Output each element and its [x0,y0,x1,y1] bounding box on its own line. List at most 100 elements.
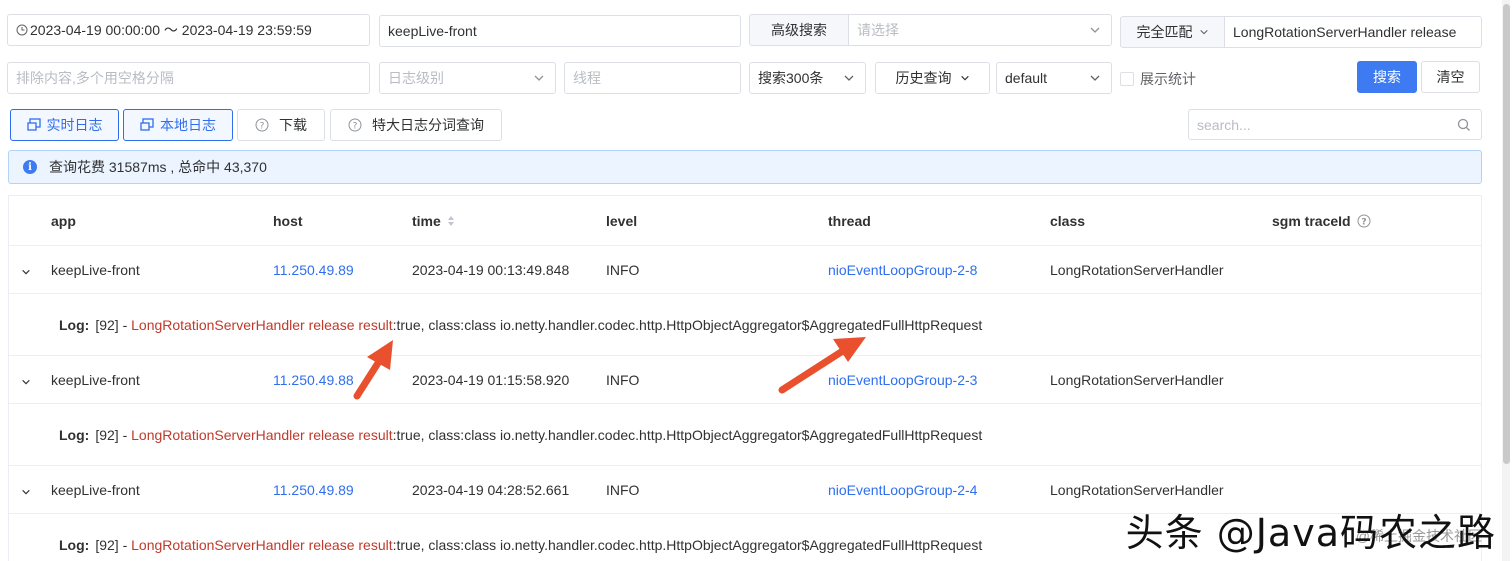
cell-level: INFO [606,262,640,278]
question-icon: ? [255,118,269,132]
local-log-label: 本地日志 [160,117,216,133]
cell-class: LongRotationServerHandler [1050,262,1224,278]
cell-app: keepLive-front [51,262,140,278]
column-header-app[interactable]: app [51,213,76,229]
log-detail-row: Log: [92] - LongRotationServerHandler rel… [9,294,1481,356]
column-header-traceid[interactable]: sgm traceId ? [1272,213,1371,229]
download-button[interactable]: ? 下载 [237,109,325,141]
column-header-level[interactable]: level [606,213,637,229]
table-header: app host time level thread class sgm tra… [9,196,1481,246]
monitor-icon [140,118,154,132]
keyword-value: LongRotationServerHandler release [1233,24,1457,40]
date-range-value: 2023-04-19 00:00:00 ～ 2023-04-19 23:59:5… [30,22,312,38]
log-level-placeholder: 日志级别 [388,70,444,86]
svg-text:?: ? [353,122,358,132]
cell-time: 2023-04-19 01:15:58.920 [412,372,570,388]
sort-icon[interactable] [447,215,455,227]
chevron-down-icon [1089,24,1101,36]
search-icon [1457,118,1471,132]
advanced-search-label: 高级搜索 [771,22,827,38]
log-highlight: LongRotationServerHandler release result [131,427,393,443]
advanced-search-button[interactable]: 高级搜索 [749,14,849,46]
cell-app: keepLive-front [51,372,140,388]
date-range-picker[interactable]: 2023-04-19 00:00:00 ～ 2023-04-19 23:59:5… [7,14,370,46]
download-label: 下载 [279,117,307,133]
chevron-down-icon [1089,72,1101,84]
chevron-down-icon [843,72,855,84]
keyword-input[interactable]: LongRotationServerHandler release [1224,16,1482,48]
log-label: Log: [59,537,90,553]
cell-thread-link[interactable]: nioEventLoopGroup-2-3 [828,372,977,388]
cell-thread-link[interactable]: nioEventLoopGroup-2-4 [828,482,977,498]
realtime-log-button[interactable]: 实时日志 [10,109,119,141]
search-button-label: 搜索 [1373,69,1401,85]
limit-select[interactable]: 搜索300条 [749,62,866,94]
chevron-down-icon [533,72,545,84]
match-mode-select[interactable]: 完全匹配 [1120,16,1225,48]
chevron-down-icon [1199,27,1209,37]
table-search-input[interactable]: search... [1188,109,1482,140]
local-log-button[interactable]: 本地日志 [123,109,233,141]
svg-text:?: ? [260,122,265,132]
history-label: 历史查询 [895,70,952,86]
column-header-host[interactable]: host [273,213,303,229]
thread-input[interactable]: 线程 [564,62,741,94]
search-button[interactable]: 搜索 [1357,61,1417,93]
checkbox-box[interactable] [1120,72,1134,86]
app-input-value: keepLive-front [388,23,477,39]
info-icon: i [23,160,37,174]
log-line: Log: [92] - LongRotationServerHandler rel… [59,427,982,443]
thread-placeholder: 线程 [573,70,601,86]
cell-level: INFO [606,482,640,498]
column-header-time-label: time [412,213,441,229]
cell-host-link[interactable]: 11.250.49.89 [273,482,354,498]
chevron-down-icon[interactable] [21,264,31,280]
exclude-placeholder: 排除内容,多个用空格分隔 [16,70,174,86]
table-row[interactable]: keepLive-front 11.250.49.88 2023-04-19 0… [9,356,1481,404]
cell-time: 2023-04-19 04:28:52.661 [412,482,570,498]
exclude-input[interactable]: 排除内容,多个用空格分隔 [7,62,370,94]
column-header-traceid-label: sgm traceId [1272,213,1351,229]
log-rest: :true, class:class io.netty.handler.code… [392,317,983,333]
cell-app: keepLive-front [51,482,140,498]
clear-button[interactable]: 清空 [1421,61,1480,93]
column-header-time[interactable]: time [412,213,455,229]
advanced-search-select[interactable]: 请选择 [848,14,1112,46]
chevron-down-icon[interactable] [21,484,31,500]
show-stats-checkbox[interactable]: 展示统计 [1120,69,1196,89]
scrollbar-thumb[interactable] [1503,4,1510,464]
chevron-down-icon [960,73,970,83]
table-row[interactable]: keepLive-front 11.250.49.89 2023-04-19 0… [9,246,1481,294]
app-input[interactable]: keepLive-front [379,15,741,47]
query-info-text: 查询花费 31587ms , 总命中 43,370 [49,159,267,175]
cell-thread-link[interactable]: nioEventLoopGroup-2-8 [828,262,977,278]
clock-icon [16,24,28,36]
log-highlight: LongRotationServerHandler release result [131,537,393,553]
watermark: 头条 @Java码农之路 [1125,511,1496,555]
log-line: Log: [92] - LongRotationServerHandler rel… [59,537,982,553]
column-header-class[interactable]: class [1050,213,1085,229]
cell-class: LongRotationServerHandler [1050,372,1224,388]
question-icon: ? [1357,214,1371,228]
advanced-select-placeholder: 请选择 [857,22,899,38]
limit-value: 搜索300条 [758,70,824,86]
log-rest: :true, class:class io.netty.handler.code… [392,427,983,443]
env-select[interactable]: default [996,62,1112,94]
cell-time: 2023-04-19 00:13:49.848 [412,262,570,278]
log-label: Log: [59,427,90,443]
log-level-select[interactable]: 日志级别 [379,62,556,94]
query-info-alert: i 查询花费 31587ms , 总命中 43,370 [8,150,1482,184]
big-log-query-button[interactable]: ? 特大日志分词查询 [330,109,502,141]
history-query-button[interactable]: 历史查询 [875,62,990,94]
chevron-down-icon[interactable] [21,374,31,390]
env-value: default [1005,70,1048,86]
log-detail-row: Log: [92] - LongRotationServerHandler rel… [9,404,1481,466]
big-log-query-label: 特大日志分词查询 [372,117,484,133]
table-search-placeholder: search... [1197,116,1251,133]
column-header-thread[interactable]: thread [828,213,871,229]
cell-host-link[interactable]: 11.250.49.88 [273,372,354,388]
log-line: Log: [92] - LongRotationServerHandler rel… [59,317,982,333]
cell-host-link[interactable]: 11.250.49.89 [273,262,354,278]
show-stats-label: 展示统计 [1140,71,1196,87]
clear-button-label: 清空 [1436,69,1465,85]
